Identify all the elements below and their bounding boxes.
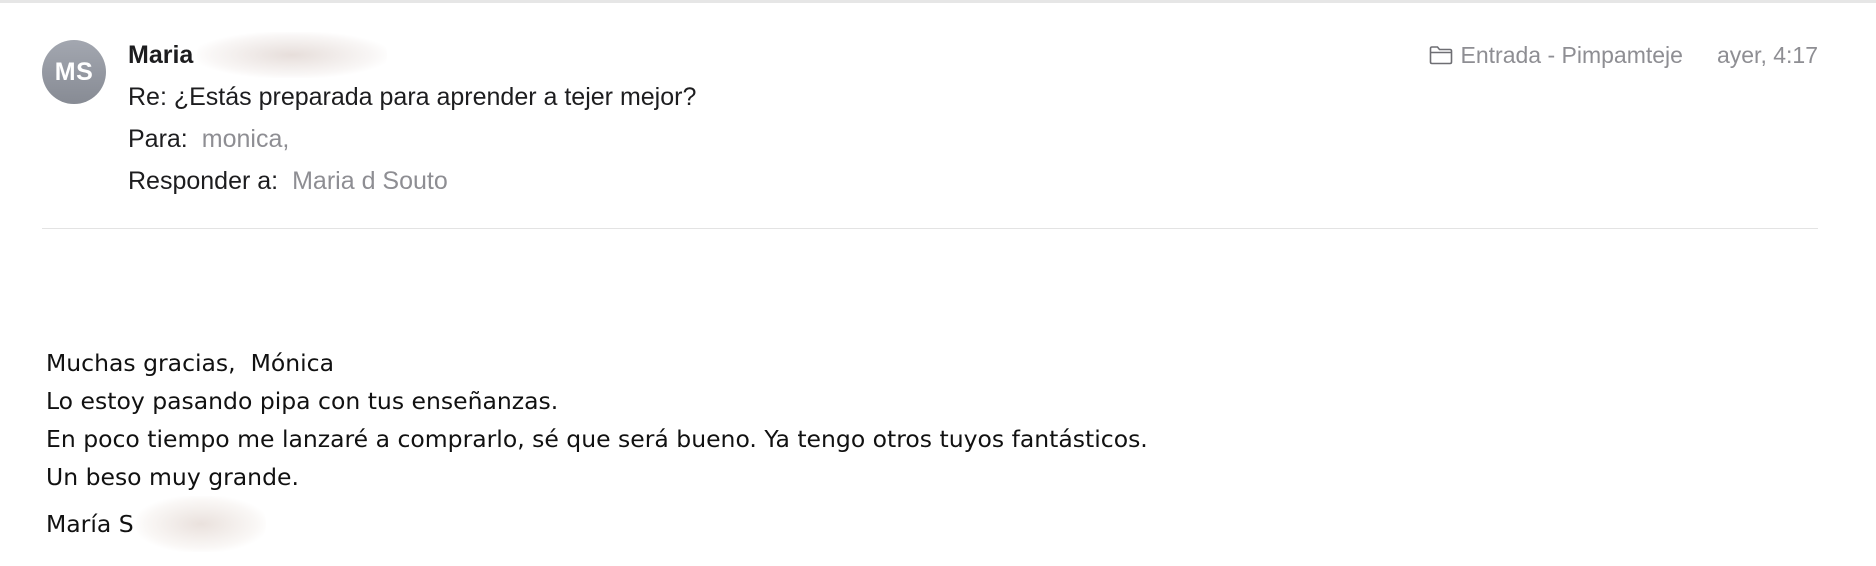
body-line: Muchas gracias, Mónica [46,349,334,377]
body-line: Lo estoy pasando pipa con tus enseñanzas… [46,387,559,415]
sender-name[interactable]: Maria [128,41,193,70]
to-recipient[interactable]: monica, [202,125,290,153]
signature: María S [46,496,1148,552]
signature-name: María S [46,510,134,538]
message-body: Muchas gracias, Mónica Lo estoy pasando … [46,344,1148,552]
timestamp: ayer, 4:17 [1716,41,1818,68]
sender[interactable]: Maria [128,32,388,78]
redacted-signature [135,496,266,552]
to-label: Para: [128,125,188,153]
reply-to-address[interactable]: Maria d Souto [292,167,448,195]
header-divider [42,228,1818,229]
subject: Re: ¿Estás preparada para aprender a tej… [128,83,697,111]
redacted-surname [197,32,388,78]
avatar[interactable]: MS [42,40,106,104]
folder-icon [1429,46,1452,65]
reply-to-label: Responder a: [128,167,279,195]
message-header: MS Maria Entrada - Pimpamteje ayer, 4:17… [0,0,1876,230]
folder-name[interactable]: Entrada - Pimpamteje [1461,42,1683,69]
message-meta: Entrada - Pimpamteje ayer, 4:17 [1429,40,1818,70]
body-line: En poco tiempo me lanzaré a comprarlo, s… [46,425,1148,453]
to-row: Para: monica, [128,122,289,156]
reply-to-row: Responder a: Maria d Souto [128,164,448,198]
body-line: Un beso muy grande. [46,463,299,491]
